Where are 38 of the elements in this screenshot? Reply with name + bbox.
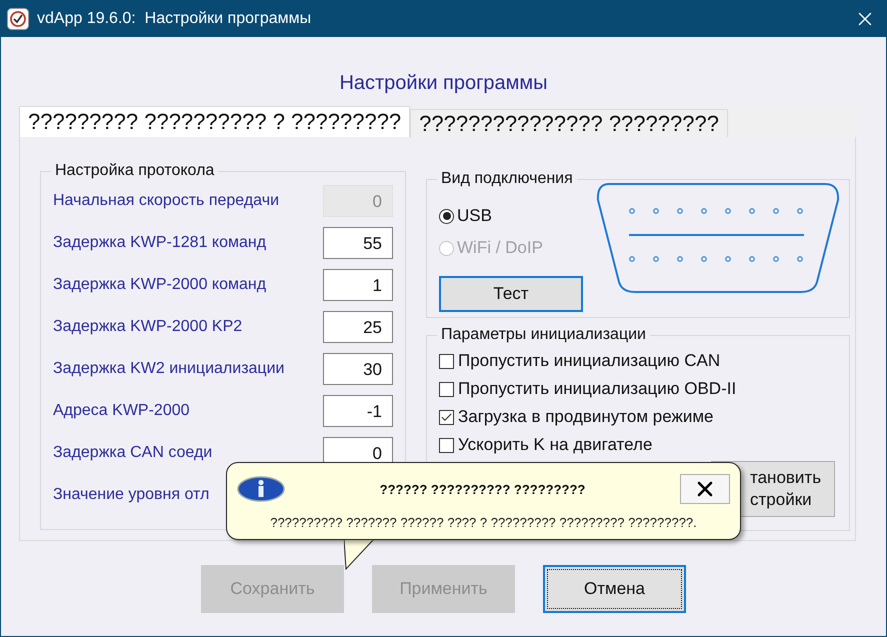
checkbox[interactable] (439, 382, 454, 396)
info-icon (237, 476, 285, 502)
field-label: Адреса KWP-2000 (53, 402, 190, 420)
connector-icon (595, 182, 841, 294)
field-label: Значение уровня отл (53, 486, 210, 504)
number-field[interactable]: 55 (323, 227, 393, 259)
number-field[interactable]: 25 (323, 311, 393, 343)
field-label: Задержка KWP-2000 KP2 (53, 318, 242, 336)
window-title: vdApp 19.6.0: Настройки программы (37, 10, 312, 28)
number-field[interactable]: -1 (323, 395, 393, 427)
close-button[interactable] (680, 474, 730, 504)
field-label: Начальная скорость передачи (53, 192, 279, 210)
group-title: Настройка протокола (54, 162, 216, 180)
dialog-heading: Настройки программы (339, 72, 548, 95)
checkbox-label[interactable]: Ускорить K на двигателе (458, 435, 652, 455)
balloon-title: ?????? ?????????? ????????? (378, 482, 586, 496)
checkbox-label[interactable]: Пропустить инициализацию OBD-II (458, 379, 736, 399)
field-label: Задержка KWP-1281 команд (53, 234, 266, 252)
tab[interactable]: ??????????????? ????????? (410, 109, 728, 137)
radio-button[interactable] (439, 208, 454, 224)
dialog-button[interactable]: Отмена (543, 565, 686, 613)
checkbox-label[interactable]: Пропустить инициализацию CAN (458, 351, 720, 371)
app-icon (7, 8, 29, 30)
group-title: Вид подключения (440, 170, 574, 188)
field-label: Задержка KW2 инициализации (53, 360, 284, 378)
number-field[interactable]: 1 (323, 269, 393, 301)
radio-label[interactable]: USB (457, 206, 492, 226)
tab[interactable]: ????????? ?????????? ? ????????? (19, 106, 410, 137)
checkbox-label[interactable]: Загрузка в продвинутом режиме (458, 407, 714, 427)
group-title: Параметры инициализации (440, 326, 647, 344)
number-field[interactable]: 30 (323, 353, 393, 385)
test-button[interactable]: Тест (439, 276, 583, 312)
checkbox[interactable] (439, 354, 454, 368)
field-label: Задержка CAN соеди (53, 444, 212, 462)
checkbox[interactable] (439, 438, 454, 452)
balloon-message: ?????????? ??????? ?????? ???? ? ????????? ????????? ?????????. (270, 515, 697, 530)
field-label: Задержка KWP-2000 команд (53, 276, 266, 294)
checkbox[interactable] (439, 410, 454, 424)
